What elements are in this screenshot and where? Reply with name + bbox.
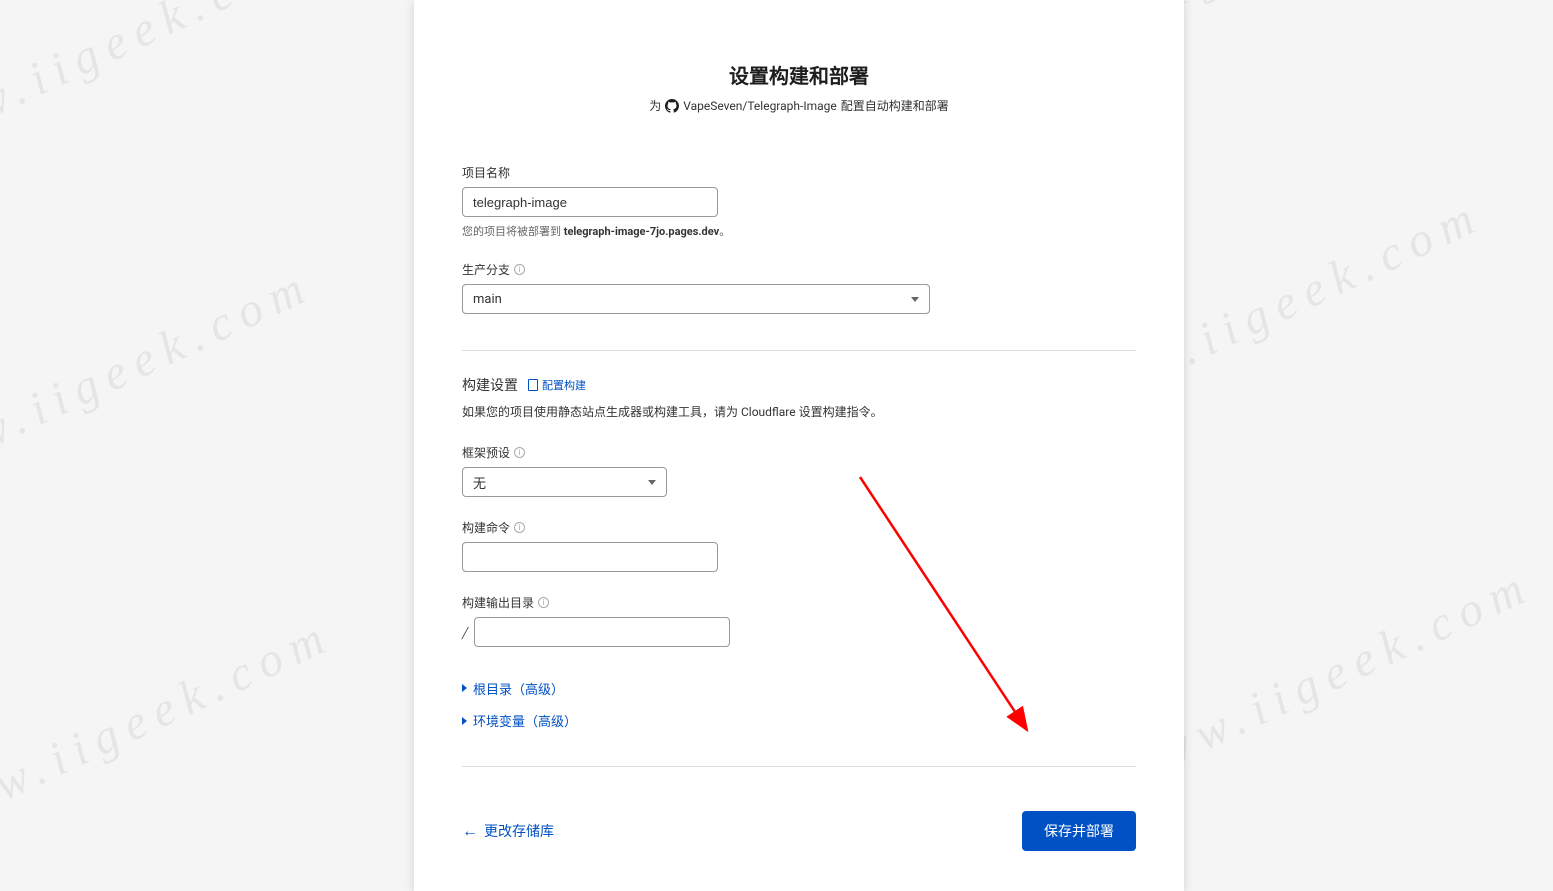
project-name-field: 项目名称 您的项目将被部署到 telegraph-image-7jo.pages… <box>462 164 1136 239</box>
build-output-input[interactable] <box>474 617 730 647</box>
root-dir-expand[interactable]: 根目录（高级） <box>462 679 564 698</box>
label-text: 构建输出目录 <box>462 594 534 611</box>
divider <box>462 766 1136 767</box>
advanced-options: 根目录（高级） 环境变量（高级） <box>462 677 1136 730</box>
project-name-hint: 您的项目将被部署到 telegraph-image-7jo.pages.dev。 <box>462 223 1136 239</box>
build-command-field: 构建命令 i <box>462 519 1136 572</box>
chevron-down-icon <box>648 480 656 485</box>
watermark-text: www.iigeek.com <box>0 0 322 168</box>
select-value: main <box>473 292 502 307</box>
build-output-field: 构建输出目录 i / <box>462 594 1136 647</box>
build-command-input[interactable] <box>462 542 718 572</box>
build-command-label: 构建命令 i <box>462 519 1136 536</box>
info-icon[interactable]: i <box>514 447 525 458</box>
production-branch-label: 生产分支 i <box>462 261 1136 278</box>
framework-preset-select[interactable]: 无 <box>462 467 667 497</box>
divider <box>462 350 1136 351</box>
hint-prefix: 您的项目将被部署到 <box>462 225 564 238</box>
subtitle-suffix: 配置自动构建和部署 <box>841 97 949 114</box>
save-deploy-button[interactable]: 保存并部署 <box>1022 811 1136 851</box>
framework-preset-field: 框架预设 i 无 <box>462 444 1136 497</box>
expand-label: 根目录（高级） <box>473 679 564 698</box>
arrow-left-icon: ← <box>462 823 478 839</box>
card-footer: ← 更改存储库 保存并部署 <box>462 791 1136 851</box>
project-name-label: 项目名称 <box>462 164 1136 181</box>
card-header: 设置构建和部署 为 VapeSeven/Telegraph-Image 配置自动… <box>462 60 1136 114</box>
back-text: 更改存储库 <box>484 821 554 841</box>
label-text: 构建命令 <box>462 519 510 536</box>
build-output-label: 构建输出目录 i <box>462 594 1136 611</box>
watermark-text: www.iigeek.com <box>0 257 322 497</box>
project-name-input[interactable] <box>462 187 718 217</box>
configure-build-link[interactable]: 配置构建 <box>528 377 586 393</box>
path-prefix: / <box>462 623 468 642</box>
github-icon <box>665 99 679 113</box>
page-subtitle: 为 VapeSeven/Telegraph-Image 配置自动构建和部署 <box>649 97 949 114</box>
build-settings-header: 构建设置 配置构建 <box>462 375 1136 395</box>
chevron-right-icon <box>462 717 467 725</box>
doc-icon <box>528 379 538 391</box>
expand-label: 环境变量（高级） <box>473 711 577 730</box>
chevron-right-icon <box>462 684 467 692</box>
watermark-text: www.iigeek.com <box>0 607 342 847</box>
production-branch-field: 生产分支 i main <box>462 261 1136 314</box>
change-repo-link[interactable]: ← 更改存储库 <box>462 821 554 841</box>
info-icon[interactable]: i <box>514 264 525 275</box>
production-branch-select[interactable]: main <box>462 284 930 314</box>
build-settings-title: 构建设置 <box>462 375 518 395</box>
subtitle-prefix: 为 <box>649 97 661 114</box>
hint-domain: telegraph-image-7jo.pages.dev <box>564 225 719 238</box>
env-vars-expand[interactable]: 环境变量（高级） <box>462 711 577 730</box>
info-icon[interactable]: i <box>514 522 525 533</box>
label-text: 框架预设 <box>462 444 510 461</box>
info-icon[interactable]: i <box>538 597 549 608</box>
hint-suffix: 。 <box>719 225 730 238</box>
label-text: 生产分支 <box>462 261 510 278</box>
settings-card: 设置构建和部署 为 VapeSeven/Telegraph-Image 配置自动… <box>414 0 1184 891</box>
repo-name: VapeSeven/Telegraph-Image <box>683 99 837 113</box>
page-title: 设置构建和部署 <box>462 60 1136 89</box>
docs-link-text: 配置构建 <box>542 377 586 393</box>
chevron-down-icon <box>911 297 919 302</box>
select-value: 无 <box>473 473 486 492</box>
build-settings-desc: 如果您的项目使用静态站点生成器或构建工具，请为 Cloudflare 设置构建指… <box>462 403 1136 420</box>
framework-preset-label: 框架预设 i <box>462 444 1136 461</box>
